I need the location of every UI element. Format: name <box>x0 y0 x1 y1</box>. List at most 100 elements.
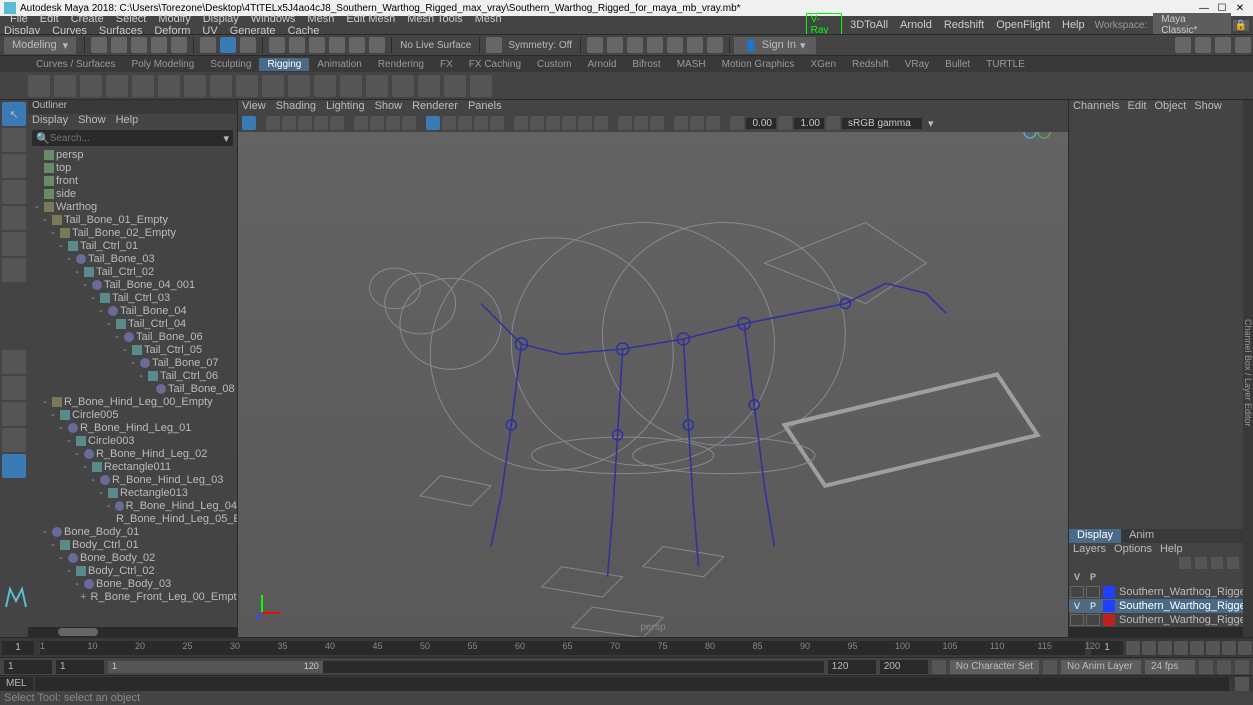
outliner-node[interactable]: -Rectangle013 <box>28 486 237 499</box>
viewport-menu-renderer[interactable]: Renderer <box>412 100 458 114</box>
layer-down-icon[interactable] <box>1195 557 1207 569</box>
shelf-button-15[interactable] <box>418 75 440 97</box>
layer-vis-toggle[interactable]: V <box>1070 600 1084 612</box>
shelf-button-13[interactable] <box>366 75 388 97</box>
shelf-tab-xgen[interactable]: XGen <box>802 58 844 71</box>
paint-select-icon[interactable] <box>240 37 256 53</box>
expand-icon[interactable]: - <box>120 344 130 356</box>
shelf-button-6[interactable] <box>184 75 206 97</box>
vp-gamma-icon[interactable] <box>650 116 664 130</box>
layer-new-sel-icon[interactable] <box>1227 557 1239 569</box>
vp-color-icon[interactable] <box>674 116 688 130</box>
snap-curve-icon[interactable] <box>289 37 305 53</box>
outliner-search-input[interactable] <box>50 133 224 144</box>
vp-shadows-icon[interactable] <box>490 116 504 130</box>
step-back-key-icon[interactable] <box>1142 641 1156 655</box>
vp-textured-icon[interactable] <box>458 116 472 130</box>
open-scene-icon[interactable] <box>111 37 127 53</box>
play-forward-icon[interactable] <box>1190 641 1204 655</box>
vp-wireframe-icon[interactable] <box>426 116 440 130</box>
viewport-menu-shading[interactable]: Shading <box>276 100 316 114</box>
outliner-node[interactable]: -R_Bone_Hind_Leg_03 <box>28 473 237 486</box>
shelf-tab-motion-graphics[interactable]: Motion Graphics <box>714 58 803 71</box>
layer-color-swatch[interactable] <box>1103 614 1115 626</box>
snap-point-icon[interactable] <box>309 37 325 53</box>
render-icon-2[interactable] <box>607 37 623 53</box>
vp-gamma-field[interactable]: 1.00 <box>794 118 824 129</box>
outliner-node[interactable]: -Circle003 <box>28 434 237 447</box>
goto-start-icon[interactable] <box>1126 641 1140 655</box>
outliner-node[interactable]: -Rectangle011 <box>28 460 237 473</box>
script-editor-icon[interactable] <box>1235 677 1249 691</box>
display-tab[interactable]: Display <box>1069 529 1121 543</box>
outliner-node[interactable]: -Tail_Bone_01_Empty <box>28 213 237 226</box>
autokey-icon[interactable] <box>1217 660 1231 674</box>
shelf-button-14[interactable] <box>392 75 414 97</box>
vp-exposure-icon[interactable] <box>634 116 648 130</box>
outliner-node[interactable]: +R_Bone_Front_Leg_00_Empty <box>28 590 237 603</box>
outliner-node[interactable]: -Tail_Bone_04 <box>28 304 237 317</box>
menu-set-dropdown[interactable]: Modeling▾ <box>4 37 76 54</box>
expand-icon[interactable]: - <box>40 214 50 226</box>
outliner-node[interactable]: top <box>28 161 237 174</box>
shelf-button-0[interactable] <box>28 75 50 97</box>
expand-icon[interactable]: - <box>64 435 74 447</box>
paint-tool[interactable] <box>2 154 26 178</box>
vp-select-icon[interactable] <box>242 116 256 130</box>
anim-layer-dropdown[interactable]: No Anim Layer <box>1061 660 1141 674</box>
last-tool[interactable] <box>2 258 26 282</box>
undo-icon[interactable] <box>151 37 167 53</box>
outliner-scrollbar[interactable] <box>28 627 237 637</box>
layer-row[interactable]: VPSouthern_Warthog_Rigged_B <box>1069 599 1243 613</box>
outliner-node[interactable]: -Tail_Ctrl_03 <box>28 291 237 304</box>
outliner-node[interactable]: -Body_Ctrl_02 <box>28 564 237 577</box>
expand-icon[interactable]: - <box>48 227 58 239</box>
lock-icon[interactable]: 🔒 <box>1233 20 1249 31</box>
shelf-tab-vray[interactable]: VRay <box>897 58 937 71</box>
character-set-dropdown[interactable]: No Character Set <box>950 660 1039 674</box>
expand-icon[interactable]: - <box>96 305 106 317</box>
expand-icon[interactable]: - <box>128 357 138 369</box>
vp-exposure-field[interactable]: 0.00 <box>746 118 776 129</box>
snap-toggle-icon[interactable] <box>369 37 385 53</box>
time-track[interactable]: 1102025303540455055606570758085909510010… <box>40 641 1085 655</box>
symmetry-icon[interactable] <box>486 37 502 53</box>
vp-xray-icon[interactable] <box>530 116 544 130</box>
outliner-node[interactable]: -Tail_Ctrl_06 <box>28 369 237 382</box>
outliner-node[interactable]: -Tail_Ctrl_05 <box>28 343 237 356</box>
expand-icon[interactable]: - <box>64 253 74 265</box>
layer-vis-toggle[interactable] <box>1070 586 1084 598</box>
step-forward-icon[interactable] <box>1206 641 1220 655</box>
panel-toggle-4-icon[interactable] <box>1235 37 1251 53</box>
range-start-field[interactable]: 1 <box>4 660 52 674</box>
outliner-node[interactable]: -Tail_Bone_06 <box>28 330 237 343</box>
render-icon-5[interactable] <box>667 37 683 53</box>
shelf-button-11[interactable] <box>314 75 336 97</box>
outliner-node[interactable]: -Bone_Body_02 <box>28 551 237 564</box>
outliner-node[interactable]: -R_Bone_Hind_Leg_00_Empty <box>28 395 237 408</box>
shelf-button-4[interactable] <box>132 75 154 97</box>
outliner-node[interactable]: -R_Bone_Hind_Leg_02 <box>28 447 237 460</box>
shelf-button-12[interactable] <box>340 75 362 97</box>
fps-dropdown[interactable]: 24 fps <box>1145 660 1195 674</box>
panel-toggle-3-icon[interactable] <box>1215 37 1231 53</box>
shelf-button-10[interactable] <box>288 75 310 97</box>
range-track[interactable]: 1120 <box>108 661 824 673</box>
channel-box-tab[interactable]: Channel Box / Layer Editor <box>1243 100 1253 637</box>
scale-tool[interactable] <box>2 232 26 256</box>
vp-color-transform-dropdown[interactable]: sRGB gamma <box>842 118 922 129</box>
vp-bookmark-icon[interactable] <box>282 116 296 130</box>
expand-icon[interactable]: - <box>72 266 82 278</box>
shelf-tab-bifrost[interactable]: Bifrost <box>624 58 668 71</box>
vp-ao-icon[interactable] <box>562 116 576 130</box>
vp-color2-icon[interactable] <box>690 116 704 130</box>
outliner-search[interactable]: 🔍 ▾ <box>32 130 233 146</box>
vp-xray-joints-icon[interactable] <box>546 116 560 130</box>
snap-surface-icon[interactable] <box>349 37 365 53</box>
outliner-menu-help[interactable]: Help <box>116 114 139 128</box>
menu-help[interactable]: Help <box>1056 18 1091 32</box>
vp-gate-mask-icon[interactable] <box>402 116 416 130</box>
expand-icon[interactable]: - <box>40 396 50 408</box>
shelf-button-8[interactable] <box>236 75 258 97</box>
expand-icon[interactable]: + <box>80 591 86 603</box>
